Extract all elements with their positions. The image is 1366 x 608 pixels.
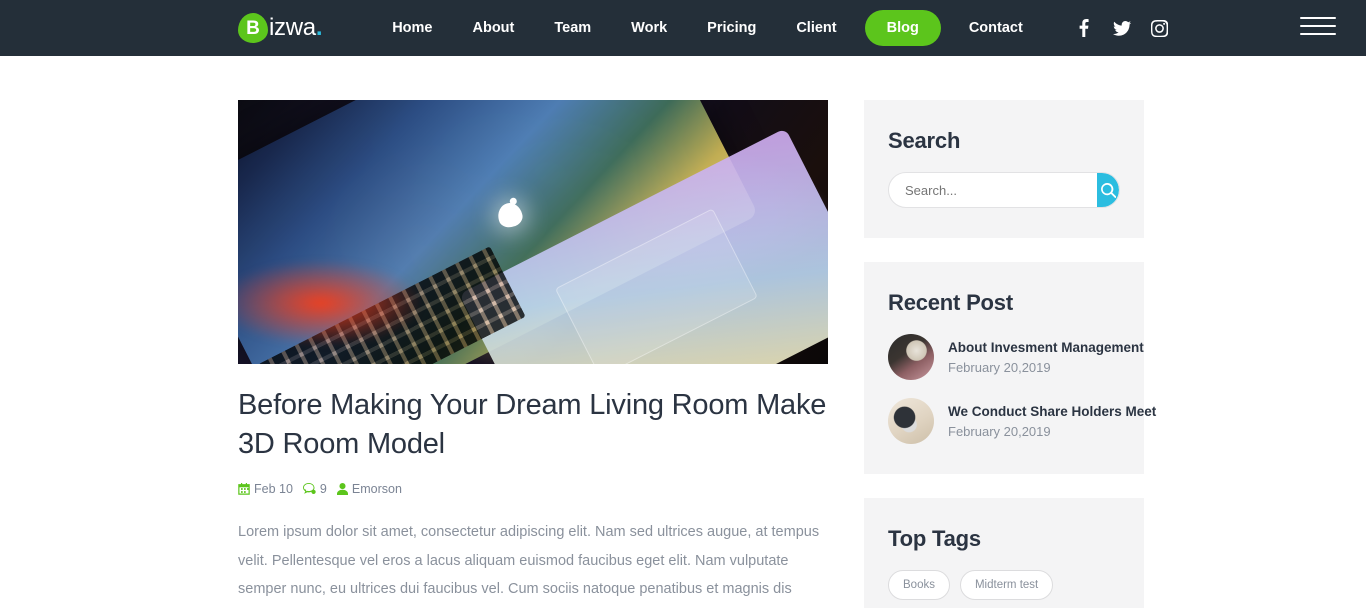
hamburger-line (1300, 33, 1336, 35)
recent-post-item[interactable]: We Conduct Share Holders Meet February 2… (888, 398, 1157, 444)
nav-item-contact[interactable]: Contact (949, 0, 1043, 56)
nav-item-client[interactable]: Client (776, 0, 856, 56)
search-widget: Search (864, 100, 1144, 238)
nav-item-pricing[interactable]: Pricing (687, 0, 776, 56)
site-header: B izwa. Home About Team Work Pricing Cli… (0, 0, 1366, 56)
comment-icon (302, 483, 316, 495)
main-nav: Home About Team Work Pricing Client Blog… (372, 0, 1043, 56)
tag-item[interactable]: Midterm test (959, 570, 1054, 600)
red-glow-shape (238, 258, 427, 349)
hamburger-line (1300, 25, 1336, 27)
site-logo[interactable]: B izwa. (238, 13, 323, 43)
recent-post-text: We Conduct Share Holders Meet February 2… (948, 403, 1157, 440)
recent-post-date: February 20,2019 (948, 424, 1051, 440)
post-body-text: Lorem ipsum dolor sit amet, consectetur … (238, 524, 820, 597)
search-button[interactable] (1097, 173, 1119, 207)
recent-post-widget: Recent Post About Invesment Management F… (864, 262, 1157, 474)
search-row (888, 172, 1120, 208)
post-comments: 9 (302, 482, 331, 497)
tag-item[interactable]: Books (888, 570, 950, 600)
sidebar: Search Recent Post About Invesment Manag… (864, 100, 1157, 608)
post-title: Before Making Your Dream Living Room Mak… (238, 389, 827, 461)
search-widget-title: Search (888, 128, 961, 153)
hamburger-line (1300, 17, 1336, 19)
recent-post-title: About Invesment Management (948, 339, 1144, 355)
post-date-text: Feb 10 (254, 482, 293, 497)
calendar-icon (238, 483, 250, 496)
recent-post-text: About Invesment Management February 20,2… (948, 339, 1144, 376)
top-tags-widget-title: Top Tags (888, 526, 981, 551)
top-tags-widget: Top Tags Books Midterm test Presentation… (864, 498, 1144, 608)
nav-item-team[interactable]: Team (534, 0, 611, 56)
search-icon (1100, 182, 1116, 198)
twitter-icon[interactable] (1103, 20, 1141, 36)
recent-post-title: We Conduct Share Holders Meet (948, 403, 1157, 419)
logo-text: izwa. (269, 14, 323, 41)
post-author-name: Emorson (351, 482, 402, 497)
instagram-icon[interactable] (1141, 19, 1179, 37)
recent-post-thumbnail (888, 334, 934, 380)
nav-item-blog[interactable]: Blog (864, 10, 941, 46)
tag-list: Books Midterm test Presentation Educatio… (888, 570, 1120, 608)
nav-item-home[interactable]: Home (372, 0, 452, 56)
social-links (1065, 19, 1179, 37)
recent-post-date: February 20,2019 (948, 360, 1051, 376)
post-featured-image (238, 100, 828, 364)
recent-post-thumbnail (888, 398, 934, 444)
post-meta: Feb 10 9 Emorson (238, 482, 828, 496)
blog-post: Before Making Your Dream Living Room Mak… (238, 100, 828, 608)
search-input[interactable] (889, 182, 1097, 198)
logo-dot: . (315, 14, 323, 41)
logo-mark-icon: B (238, 13, 268, 43)
user-icon (336, 483, 348, 496)
recent-post-widget-title: Recent Post (888, 290, 1013, 315)
post-date: Feb 10 (238, 482, 297, 496)
recent-post-item[interactable]: About Invesment Management February 20,2… (888, 334, 1144, 380)
hamburger-icon[interactable] (1300, 17, 1336, 35)
nav-item-about[interactable]: About (452, 0, 534, 56)
nav-item-work[interactable]: Work (611, 0, 687, 56)
facebook-icon[interactable] (1065, 19, 1103, 37)
post-author: Emorson (336, 482, 406, 497)
logo-mark-letter: B (246, 17, 260, 39)
post-comments-count: 9 (319, 482, 327, 497)
page-content: Before Making Your Dream Living Room Mak… (0, 56, 1366, 608)
